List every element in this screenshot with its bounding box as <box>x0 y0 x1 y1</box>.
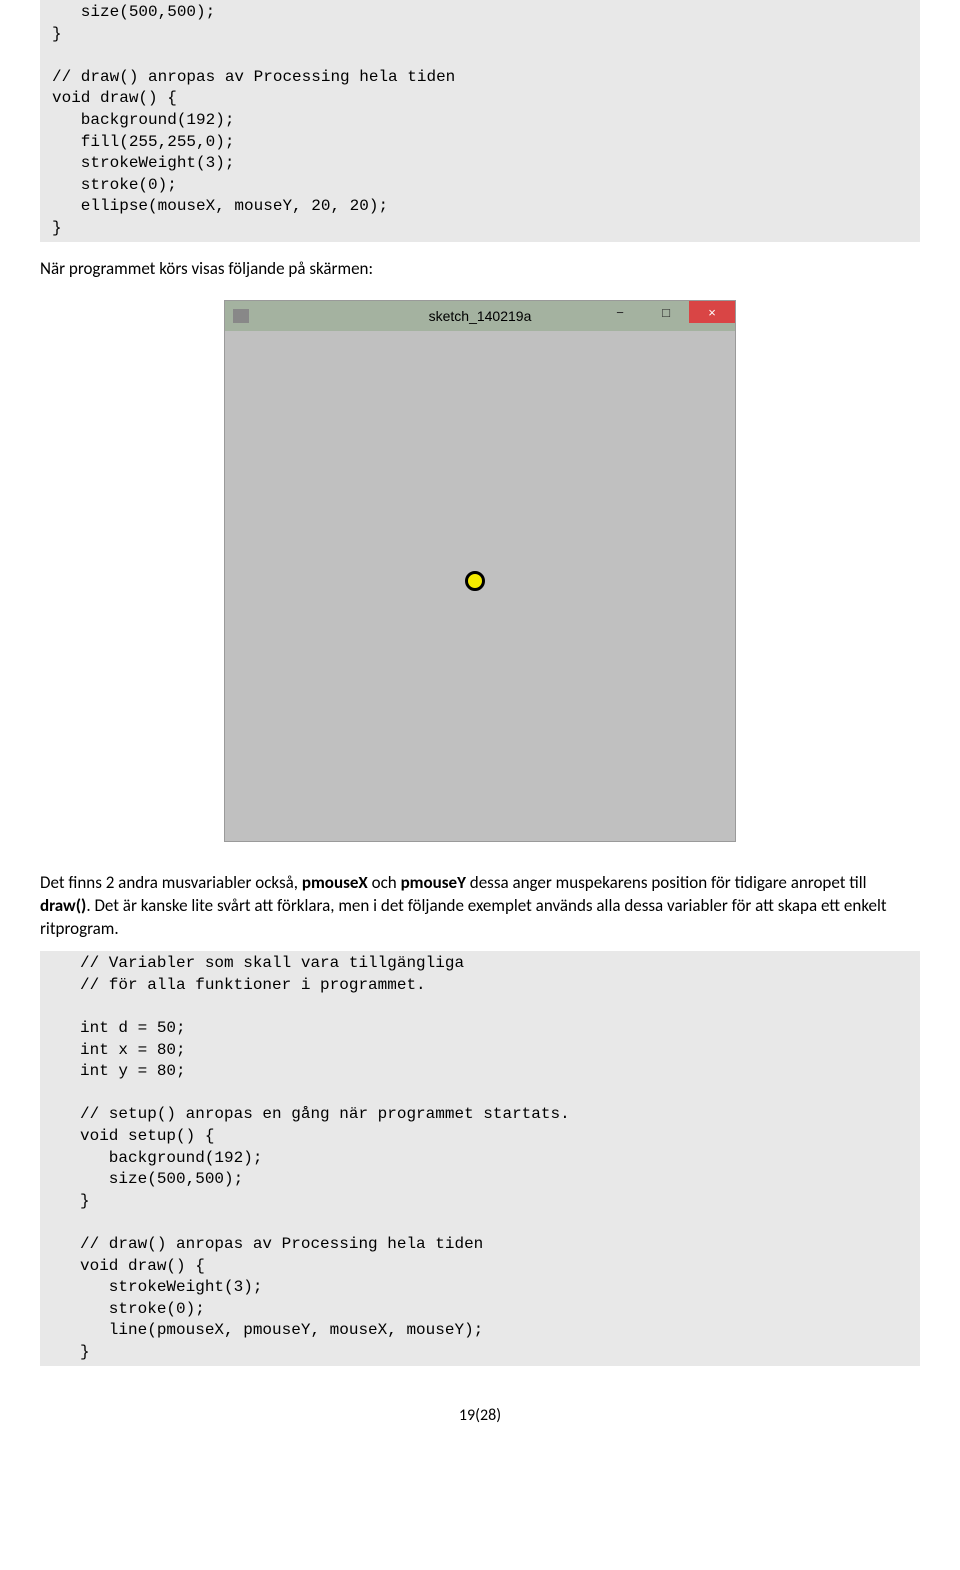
titlebar: sketch_140219a − □ × <box>225 301 735 331</box>
minimize-button[interactable]: − <box>597 301 643 323</box>
bold-draw: draw() <box>40 895 86 916</box>
text-fragment: Det finns 2 andra musvariabler också, <box>40 872 302 893</box>
close-button[interactable]: × <box>689 301 735 323</box>
sketch-window: sketch_140219a − □ × <box>224 300 736 842</box>
yellow-ellipse <box>465 571 485 591</box>
code-block-1: size(500,500); } // draw() anropas av Pr… <box>40 0 920 242</box>
text-fragment: . Det är kanske lite svårt att förklara,… <box>40 895 887 939</box>
bold-pmousex: pmouseX <box>302 872 368 893</box>
text-fragment: och <box>368 872 401 893</box>
screenshot-container: sketch_140219a − □ × <box>40 300 920 842</box>
paragraph-2: Det finns 2 andra musvariabler också, pm… <box>40 872 920 941</box>
page-number: 19(28) <box>40 1406 920 1425</box>
intro-text: När programmet körs visas följande på sk… <box>40 258 920 281</box>
bold-pmousey: pmouseY <box>401 872 466 893</box>
maximize-button[interactable]: □ <box>643 301 689 323</box>
text-fragment: dessa anger muspekarens position för tid… <box>466 872 867 893</box>
code-block-2: // Variabler som skall vara tillgängliga… <box>40 951 920 1365</box>
window-controls: − □ × <box>597 301 735 331</box>
canvas <box>225 331 735 841</box>
